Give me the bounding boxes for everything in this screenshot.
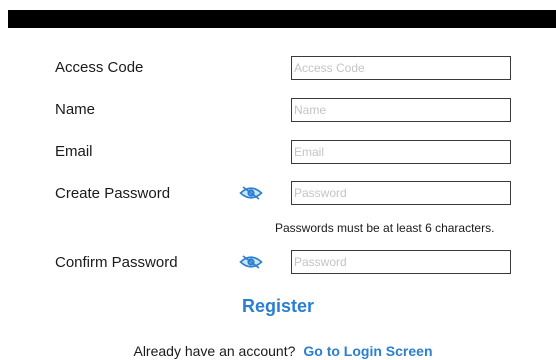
create-password-input[interactable] [291, 181, 511, 205]
password-hint: Passwords must be at least 6 characters. [275, 221, 495, 235]
register-button[interactable]: Register [0, 296, 556, 317]
eye-icon[interactable] [239, 254, 263, 270]
name-input[interactable] [291, 98, 511, 122]
status-bar [8, 10, 556, 28]
go-to-login-link[interactable]: Go to Login Screen [303, 343, 432, 359]
confirm-password-label: Confirm Password [55, 254, 178, 271]
confirm-password-input[interactable] [291, 250, 511, 274]
email-input[interactable] [291, 140, 511, 164]
login-prompt-text: Already have an account? [133, 343, 296, 359]
name-label: Name [55, 101, 96, 118]
eye-icon[interactable] [239, 185, 263, 201]
create-password-label: Create Password [55, 185, 171, 202]
access-code-label: Access Code [55, 59, 144, 76]
email-label: Email [55, 143, 93, 160]
access-code-input[interactable] [291, 56, 511, 80]
login-prompt: Already have an account? Go to Login Scre… [0, 343, 556, 359]
